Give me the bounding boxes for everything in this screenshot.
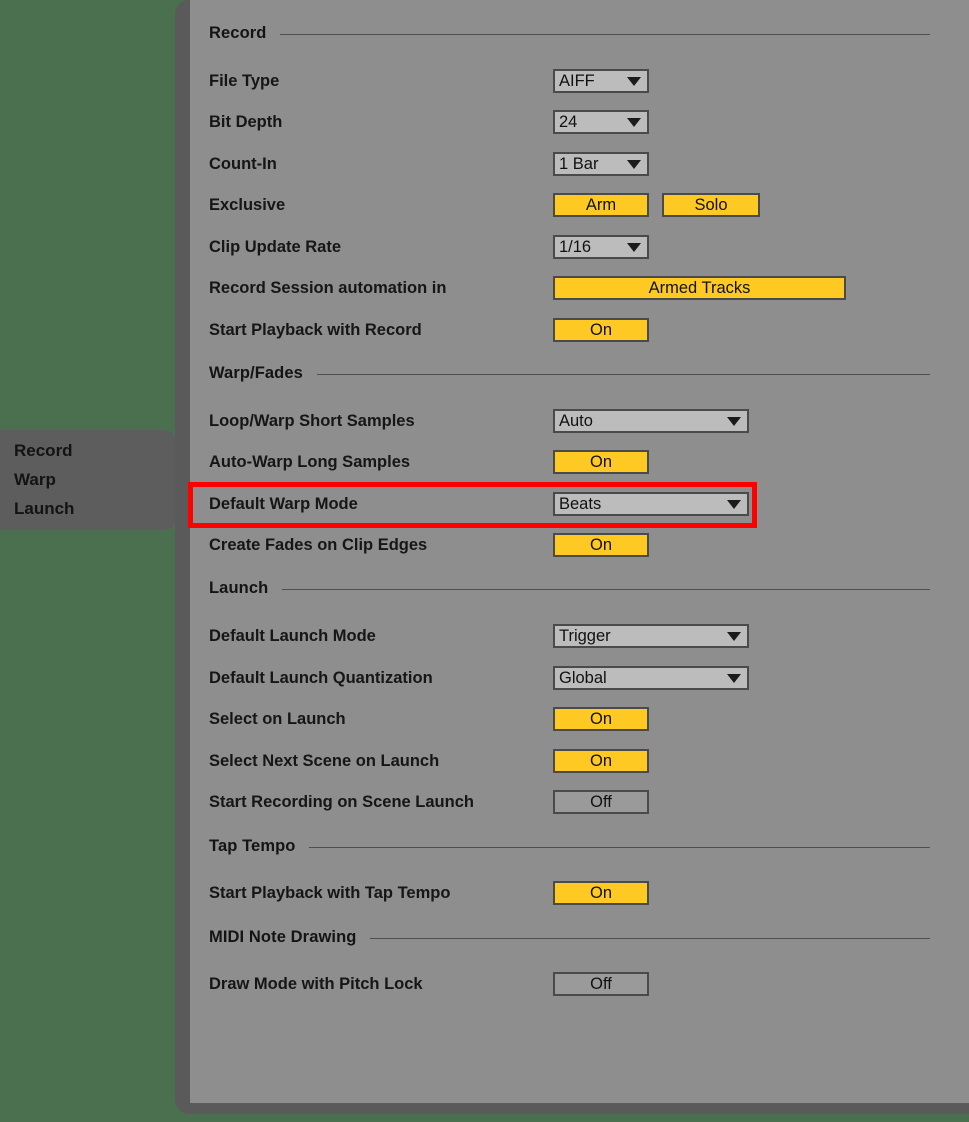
- row-create-fades-on-clip-edges: Create Fades on Clip Edges On: [209, 532, 949, 558]
- row-clip-update-rate: Clip Update Rate 1/16: [209, 234, 949, 260]
- chevron-down-icon: [727, 416, 741, 426]
- section-rule: [282, 588, 930, 590]
- label-bit-depth: Bit Depth: [209, 112, 283, 131]
- row-default-launch-mode: Default Launch Mode Trigger: [209, 623, 949, 649]
- dropdown-loop-warp-short-samples-value: Auto: [559, 411, 593, 430]
- row-file-type: File Type AIFF: [209, 68, 949, 94]
- label-record-session-automation: Record Session automation in: [209, 278, 447, 297]
- dropdown-default-launch-quantization[interactable]: Global: [553, 666, 749, 690]
- label-start-recording-on-scene-launch: Start Recording on Scene Launch: [209, 792, 474, 811]
- row-start-playback-with-record: Start Playback with Record On: [209, 317, 949, 343]
- chevron-down-icon: [627, 242, 641, 252]
- dropdown-clip-update-rate-value: 1/16: [559, 237, 592, 256]
- toggle-select-next-scene-on-launch[interactable]: On: [553, 749, 649, 773]
- row-exclusive: Exclusive Arm Solo: [209, 192, 949, 218]
- toggle-exclusive-arm[interactable]: Arm: [553, 193, 649, 217]
- dropdown-count-in[interactable]: 1 Bar: [553, 152, 649, 176]
- dropdown-default-warp-mode[interactable]: Beats: [553, 492, 749, 516]
- section-rule: [309, 846, 930, 848]
- dropdown-default-launch-quantization-value: Global: [559, 668, 607, 687]
- preferences-panel: Record File Type AIFF Bit Depth 24 Count…: [190, 0, 969, 1103]
- row-loop-warp-short-samples: Loop/Warp Short Samples Auto: [209, 408, 949, 434]
- label-count-in: Count-In: [209, 154, 277, 173]
- toggle-start-playback-with-record[interactable]: On: [553, 318, 649, 342]
- row-select-on-launch: Select on Launch On: [209, 706, 949, 732]
- toggle-create-fades-on-clip-edges[interactable]: On: [553, 533, 649, 557]
- label-default-warp-mode: Default Warp Mode: [209, 494, 358, 513]
- dropdown-clip-update-rate[interactable]: 1/16: [553, 235, 649, 259]
- dropdown-default-warp-mode-value: Beats: [559, 494, 602, 513]
- section-title-launch: Launch: [209, 578, 269, 597]
- chevron-down-icon: [727, 499, 741, 509]
- label-start-playback-with-tap-tempo: Start Playback with Tap Tempo: [209, 883, 451, 902]
- row-start-recording-on-scene-launch: Start Recording on Scene Launch Off: [209, 789, 949, 815]
- chevron-down-icon: [727, 631, 741, 641]
- chevron-down-icon: [727, 673, 741, 683]
- row-bit-depth: Bit Depth 24: [209, 109, 949, 135]
- toggle-select-on-launch[interactable]: On: [553, 707, 649, 731]
- section-header-midi-note-drawing: MIDI Note Drawing: [209, 926, 949, 948]
- label-default-launch-mode: Default Launch Mode: [209, 626, 376, 645]
- toggle-record-session-automation[interactable]: Armed Tracks: [553, 276, 846, 300]
- section-rule: [316, 373, 930, 375]
- chevron-down-icon: [627, 159, 641, 169]
- label-clip-update-rate: Clip Update Rate: [209, 237, 342, 256]
- toggle-auto-warp-long-samples[interactable]: On: [553, 450, 649, 474]
- section-title-warp-fades: Warp/Fades: [209, 363, 303, 382]
- section-header-launch: Launch: [209, 577, 949, 599]
- section-title-tap-tempo: Tap Tempo: [209, 836, 296, 855]
- toggle-start-recording-on-scene-launch[interactable]: Off: [553, 790, 649, 814]
- sidebar-nav: Record Warp Launch: [0, 430, 175, 530]
- chevron-down-icon: [627, 117, 641, 127]
- label-create-fades-on-clip-edges: Create Fades on Clip Edges: [209, 535, 428, 554]
- section-title-midi-note-drawing: MIDI Note Drawing: [209, 927, 357, 946]
- dropdown-file-type-value: AIFF: [559, 71, 595, 90]
- row-record-session-automation: Record Session automation in Armed Track…: [209, 275, 949, 301]
- dropdown-default-launch-mode[interactable]: Trigger: [553, 624, 749, 648]
- section-title-record: Record: [209, 23, 267, 42]
- dropdown-default-launch-mode-value: Trigger: [559, 626, 611, 645]
- label-file-type: File Type: [209, 71, 280, 90]
- row-count-in: Count-In 1 Bar: [209, 151, 949, 177]
- dropdown-file-type[interactable]: AIFF: [553, 69, 649, 93]
- section-rule: [280, 33, 930, 35]
- dropdown-bit-depth-value: 24: [559, 112, 578, 131]
- row-draw-mode-with-pitch-lock: Draw Mode with Pitch Lock Off: [209, 971, 949, 997]
- label-loop-warp-short-samples: Loop/Warp Short Samples: [209, 411, 415, 430]
- row-default-launch-quantization: Default Launch Quantization Global: [209, 665, 949, 691]
- section-header-warp-fades: Warp/Fades: [209, 362, 949, 384]
- row-default-warp-mode: Default Warp Mode Beats: [209, 491, 949, 517]
- chevron-down-icon: [627, 76, 641, 86]
- section-header-record: Record: [209, 22, 949, 44]
- dropdown-count-in-value: 1 Bar: [559, 154, 599, 173]
- row-select-next-scene-on-launch: Select Next Scene on Launch On: [209, 748, 949, 774]
- sidebar-item-record[interactable]: Record: [0, 436, 175, 465]
- toggle-draw-mode-with-pitch-lock[interactable]: Off: [553, 972, 649, 996]
- label-auto-warp-long-samples: Auto-Warp Long Samples: [209, 452, 411, 471]
- label-exclusive: Exclusive: [209, 195, 286, 214]
- dropdown-bit-depth[interactable]: 24: [553, 110, 649, 134]
- label-default-launch-quantization: Default Launch Quantization: [209, 668, 433, 687]
- sidebar-item-warp[interactable]: Warp: [0, 465, 175, 494]
- section-header-tap-tempo: Tap Tempo: [209, 835, 949, 857]
- dropdown-loop-warp-short-samples[interactable]: Auto: [553, 409, 749, 433]
- label-select-on-launch: Select on Launch: [209, 709, 346, 728]
- row-start-playback-with-tap-tempo: Start Playback with Tap Tempo On: [209, 880, 949, 906]
- sidebar-item-launch[interactable]: Launch: [0, 494, 175, 523]
- label-start-playback-with-record: Start Playback with Record: [209, 320, 422, 339]
- toggle-exclusive-solo[interactable]: Solo: [662, 193, 760, 217]
- label-select-next-scene-on-launch: Select Next Scene on Launch: [209, 751, 440, 770]
- label-draw-mode-with-pitch-lock: Draw Mode with Pitch Lock: [209, 974, 423, 993]
- section-rule: [370, 937, 930, 939]
- toggle-start-playback-with-tap-tempo[interactable]: On: [553, 881, 649, 905]
- row-auto-warp-long-samples: Auto-Warp Long Samples On: [209, 449, 949, 475]
